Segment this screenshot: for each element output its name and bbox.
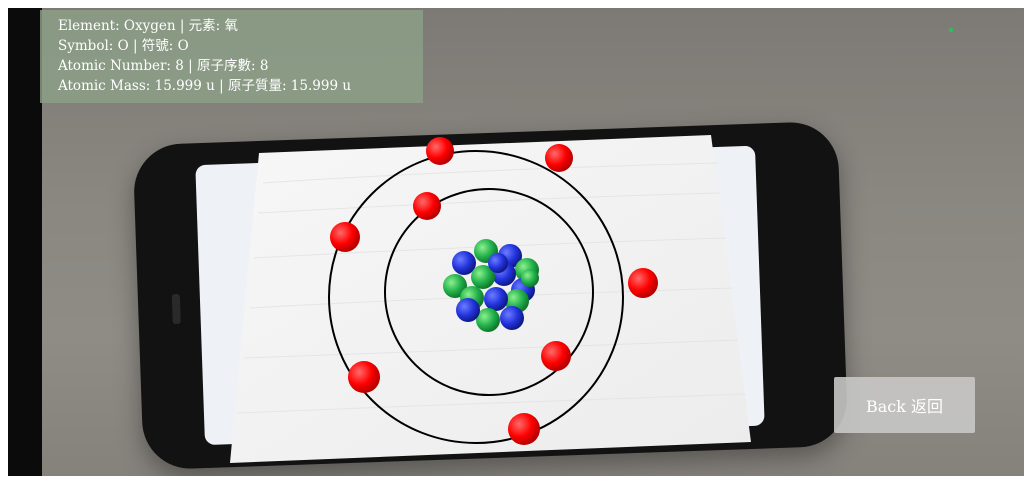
atomic-mass-line: Atomic Mass: 15.999 u | 原子質量: 15.999 u [58,78,352,94]
outer-electron [545,144,573,172]
neutron [488,253,508,273]
outer-electron [426,137,454,165]
element-name-line: Element: Oxygen | 元素: 氧 [58,18,239,34]
outer-electron [628,268,658,298]
outer-electron [508,413,540,445]
inner-electron [541,341,571,371]
outer-electron [330,222,360,252]
neutron [500,306,524,330]
neutron [456,298,480,322]
proton [521,269,539,287]
inner-electron [413,192,441,220]
symbol-line: Symbol: O | 符號: O [58,38,189,54]
neutron [484,287,508,311]
back-button[interactable]: Back 返回 [834,377,975,433]
status-indicator-dot [949,28,953,32]
outer-electron [348,361,380,393]
element-info-panel: Element: Oxygen | 元素: 氧 Symbol: O | 符號: … [40,10,423,103]
atomic-number-line: Atomic Number: 8 | 原子序數: 8 [58,58,269,74]
ar-camera-view: Element: Oxygen | 元素: 氧 Symbol: O | 符號: … [8,8,1024,476]
